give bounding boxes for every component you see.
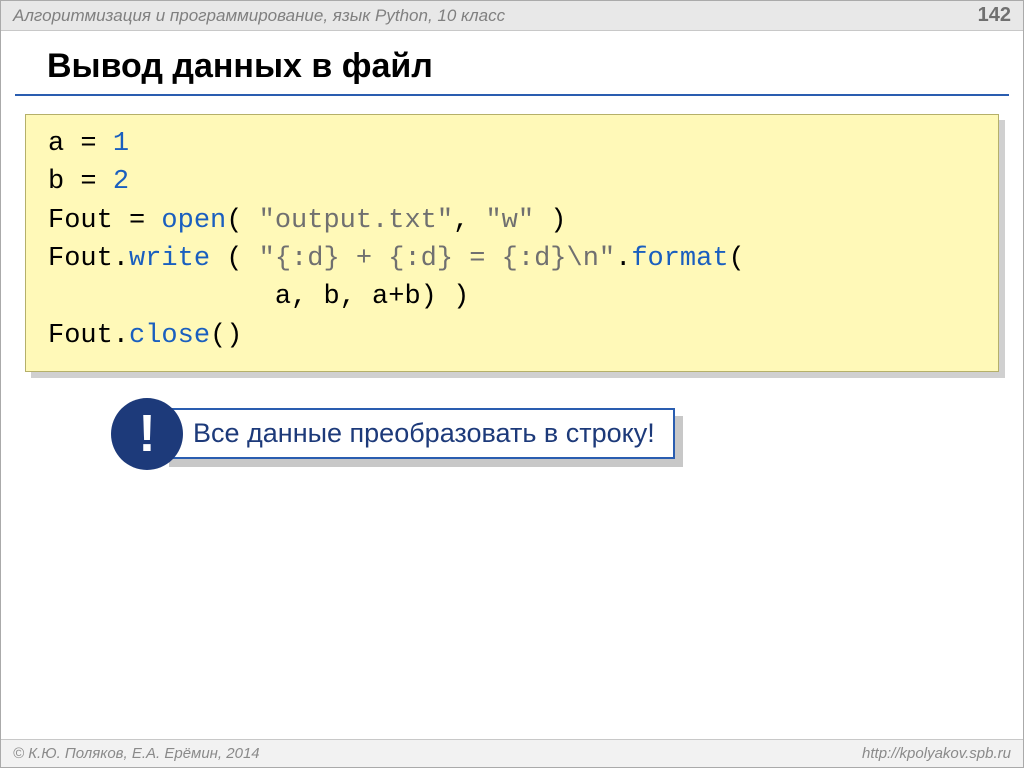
footer-right: http://kpolyakov.spb.ru [862,745,1011,762]
footer-left: © К.Ю. Поляков, Е.А. Ерёмин, 2014 [13,745,260,762]
exclamation-icon: ! [111,398,183,470]
code-text: ( [729,244,745,274]
code-example: a = 1 b = 2 Fout = open( "output.txt", "… [25,114,999,372]
code-text: . [615,244,631,274]
code-number: 2 [113,167,129,197]
badge-text: ! [138,408,155,460]
code-string: "{:d} + {:d} = {:d}\n" [259,244,615,274]
code-number: 1 [113,129,129,159]
code-func: close [129,321,210,351]
code-text: Fout. [48,321,129,351]
callout-box: Все данные преобразовать в строку! [161,408,675,459]
code-text: ) [534,206,566,236]
code-text: , [453,206,485,236]
code-text: ( [226,206,258,236]
code-func: format [631,244,728,274]
page-number: 142 [978,4,1011,27]
code-text: a = [48,129,113,159]
header-subject: Алгоритмизация и программирование, язык … [13,6,505,26]
code-func: open [161,206,226,236]
code-box: a = 1 b = 2 Fout = open( "output.txt", "… [25,114,999,372]
code-func: write [129,244,210,274]
code-text: a, b, a+b) ) [48,282,469,312]
slide-title: Вывод данных в файл [15,31,1009,96]
code-text: () [210,321,242,351]
code-text: Fout = [48,206,161,236]
code-text: Fout. [48,244,129,274]
slide-header: Алгоритмизация и программирование, язык … [1,1,1023,31]
callout-box-wrap: Все данные преобразовать в строку! [161,408,675,459]
code-text: ( [210,244,259,274]
callout: ! Все данные преобразовать в строку! [111,398,1023,470]
slide-footer: © К.Ю. Поляков, Е.А. Ерёмин, 2014 http:/… [1,739,1023,767]
code-text: b = [48,167,113,197]
code-string: "output.txt" [259,206,453,236]
callout-text: Все данные преобразовать в строку! [193,418,655,448]
code-string: "w" [485,206,534,236]
